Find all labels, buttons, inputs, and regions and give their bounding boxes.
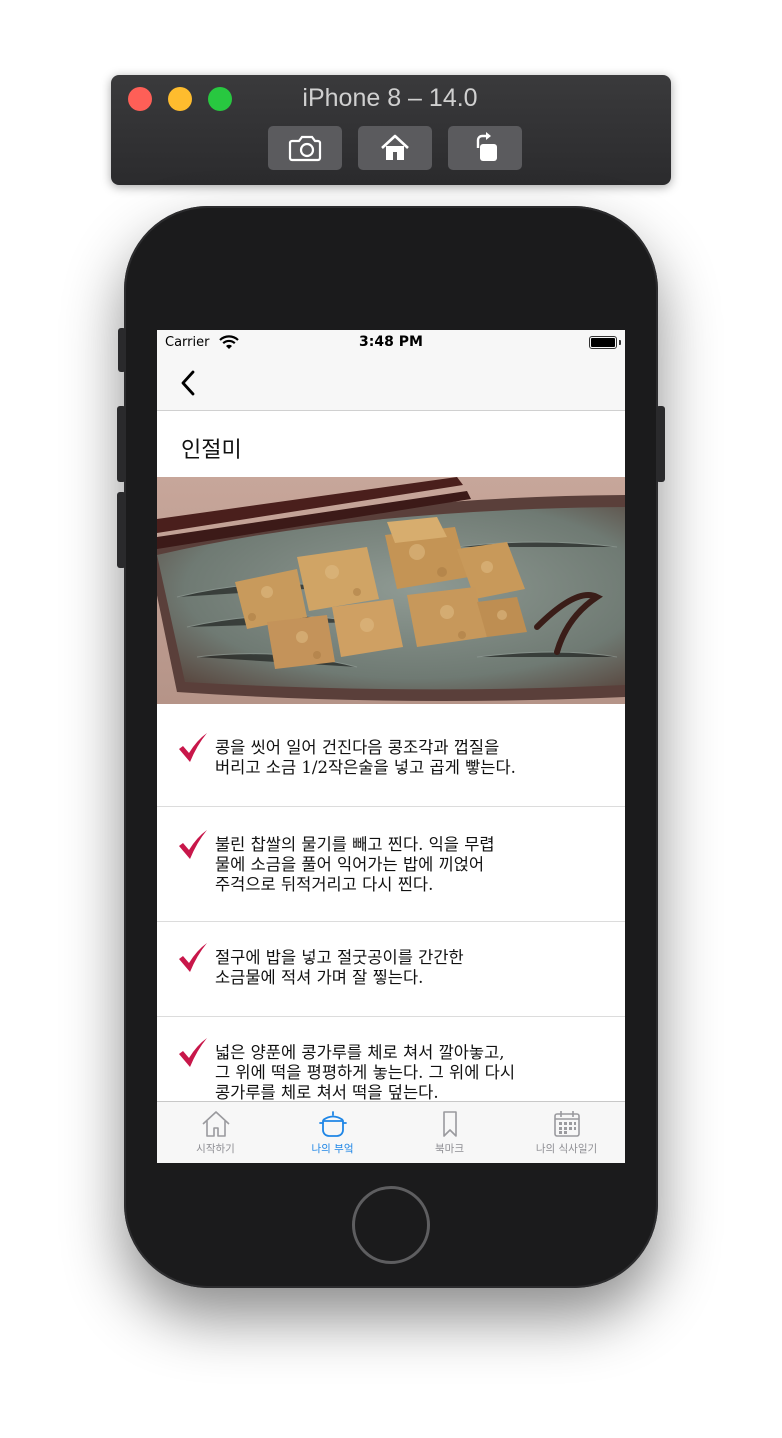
list-item[interactable]: 불린 찹쌀의 물기를 빼고 찐다. 익을 무렵 물에 소금을 풀어 익어가는 밥… — [157, 807, 625, 922]
recipe-steps-list: 콩을 씻어 일어 건진다음 콩조각과 껍질을 버리고 소금 1/2작은술을 넣고… — [157, 704, 625, 1137]
volume-down-button[interactable] — [117, 492, 126, 568]
tab-bar: 시작하기 나의 부엌 북마크 나의 식사일기 — [157, 1101, 625, 1163]
tab-label: 나의 부엌 — [311, 1143, 354, 1155]
house-icon — [201, 1111, 230, 1137]
simulator-title: iPhone 8 – 14.0 — [302, 84, 478, 112]
calendar-icon — [553, 1111, 580, 1137]
chevron-left-icon — [181, 370, 195, 396]
battery-icon — [589, 336, 617, 349]
step-text: 콩을 씻어 일어 건진다음 콩조각과 껍질을 버리고 소금 1/2작은술을 넣고… — [215, 738, 516, 777]
step-text: 불린 찹쌀의 물기를 빼고 찐다. 익을 무렵 물에 소금을 풀어 익어가는 밥… — [215, 835, 495, 894]
back-button[interactable] — [171, 366, 205, 400]
navigation-bar — [157, 356, 625, 411]
checkmark-icon — [179, 1038, 207, 1067]
close-window-button[interactable] — [128, 87, 152, 111]
home-icon — [381, 134, 409, 160]
status-time: 3:48 PM — [359, 334, 423, 350]
list-item[interactable]: 절구에 밥을 넣고 절굿공이를 간간한 소금물에 적셔 가며 잘 찧는다. — [157, 922, 625, 1017]
pot-icon — [318, 1111, 347, 1137]
tab-bookmark[interactable]: 북마크 — [391, 1102, 508, 1163]
tab-meal-diary[interactable]: 나의 식사일기 — [508, 1102, 625, 1163]
step-text: 넓은 양푼에 콩가루를 체로 쳐서 깔아놓고, 그 위에 떡을 평평하게 놓는다… — [215, 1043, 516, 1102]
tab-label: 나의 식사일기 — [535, 1143, 598, 1155]
rotate-button[interactable] — [448, 126, 522, 170]
tab-label: 북마크 — [435, 1143, 464, 1155]
battery-cap — [619, 340, 621, 345]
tab-start[interactable]: 시작하기 — [157, 1102, 274, 1163]
checkmark-icon — [179, 943, 207, 972]
step-text: 절구에 밥을 넣고 절굿공이를 간간한 소금물에 적셔 가며 잘 찧는다. — [215, 948, 464, 987]
recipe-title-row: 인절미 — [157, 412, 625, 477]
hardware-home-button[interactable] — [352, 1186, 430, 1264]
checkmark-icon — [179, 733, 207, 762]
camera-icon — [288, 135, 322, 162]
power-button[interactable] — [656, 406, 665, 482]
list-item[interactable]: 콩을 씻어 일어 건진다음 콩조각과 껍질을 버리고 소금 1/2작은술을 넣고… — [157, 704, 625, 807]
phone-screen: Carrier 3:48 PM 인절미 콩을 씻어 일어 건진다음 콩조각과 껍… — [157, 330, 625, 1163]
checkmark-icon — [179, 830, 207, 859]
tab-my-kitchen[interactable]: 나의 부엌 — [274, 1102, 391, 1163]
screenshot-button[interactable] — [268, 126, 342, 170]
volume-up-button[interactable] — [117, 406, 126, 482]
home-button[interactable] — [358, 126, 432, 170]
mute-switch[interactable] — [118, 328, 126, 372]
recipe-photo — [157, 477, 625, 704]
tab-label: 시작하기 — [196, 1143, 235, 1155]
status-bar: Carrier 3:48 PM — [157, 330, 625, 356]
bookmark-icon — [442, 1111, 457, 1137]
rotate-icon — [476, 132, 497, 161]
recipe-title: 인절미 — [181, 438, 242, 463]
zoom-window-button[interactable] — [208, 87, 232, 111]
minimize-window-button[interactable] — [168, 87, 192, 111]
